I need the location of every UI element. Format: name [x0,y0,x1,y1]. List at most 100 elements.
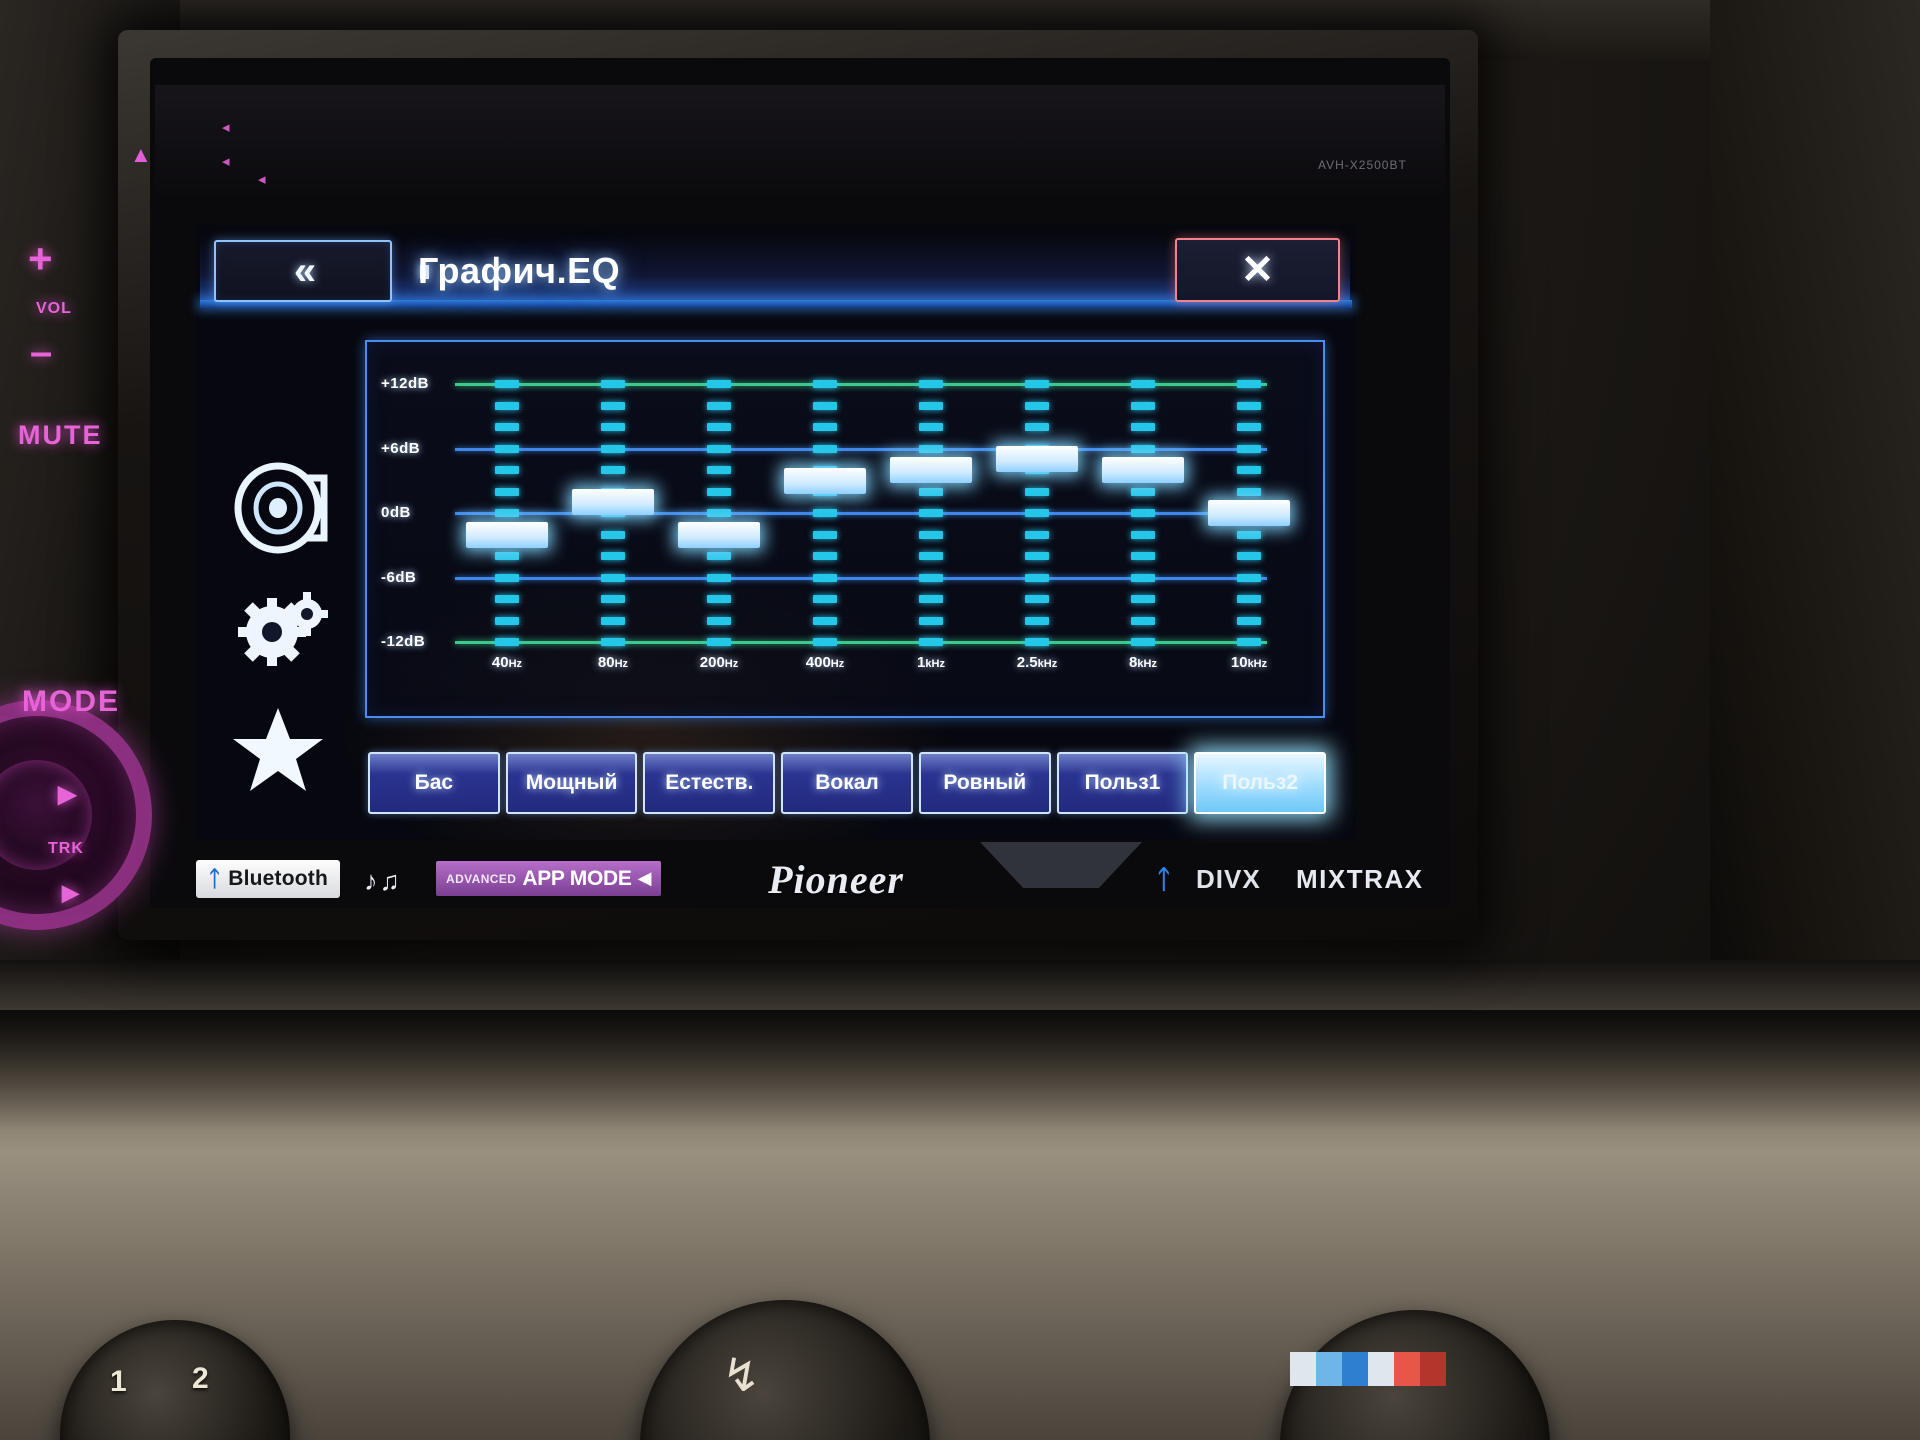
mode-button[interactable]: MODE [22,685,120,719]
eq-step-tick[interactable] [1025,616,1049,625]
eq-step-tick[interactable] [1237,423,1261,431]
eq-step-tick[interactable] [1025,638,1049,646]
disc-slot-icon-c[interactable]: ◂ [258,170,266,188]
eq-step-tick[interactable] [813,573,837,582]
eq-step-tick[interactable] [1025,380,1049,388]
eq-slider-knob-2.5[interactable] [996,446,1078,473]
eq-step-tick[interactable] [1237,444,1261,453]
eq-step-tick[interactable] [1025,509,1049,517]
eq-step-tick[interactable] [707,509,731,517]
eq-slider-knob-40[interactable] [466,521,548,548]
eq-step-tick[interactable] [601,638,625,646]
eq-step-tick[interactable] [813,616,837,625]
eq-step-tick[interactable] [1131,509,1155,517]
eq-slider-knob-400[interactable] [784,467,866,494]
eq-step-tick[interactable] [495,380,519,388]
eq-step-tick[interactable] [1131,423,1155,431]
eq-step-tick[interactable] [707,401,731,410]
eq-step-tick[interactable] [707,552,731,560]
eq-step-tick[interactable] [919,530,943,539]
preset-button-3[interactable]: Естеств. [643,752,776,814]
preset-button-5[interactable]: Ровный [918,752,1051,814]
eq-step-tick[interactable] [601,444,625,453]
eq-step-tick[interactable] [919,487,943,496]
eq-step-tick[interactable] [1025,552,1049,560]
eq-step-tick[interactable] [813,509,837,517]
eq-step-tick[interactable] [813,444,837,453]
preset-button-1[interactable]: Бас [368,752,500,814]
eq-step-tick[interactable] [1131,616,1155,625]
eq-step-tick[interactable] [601,595,625,603]
eq-step-tick[interactable] [495,595,519,603]
volume-up-button[interactable]: + [28,235,53,283]
eq-step-tick[interactable] [707,466,731,474]
eq-step-tick[interactable] [1131,380,1155,388]
eject-icon[interactable]: ▲ [130,142,152,168]
eq-step-tick[interactable] [1025,573,1049,582]
eq-step-tick[interactable] [707,573,731,582]
eq-slider-knob-80[interactable] [572,489,654,516]
eq-step-tick[interactable] [495,573,519,582]
eq-step-tick[interactable] [495,552,519,560]
eq-step-tick[interactable] [919,509,943,517]
eq-step-tick[interactable] [1237,487,1261,496]
eq-step-tick[interactable] [495,509,519,517]
eq-step-tick[interactable] [707,423,731,431]
eq-step-tick[interactable] [1237,401,1261,410]
eq-step-tick[interactable] [1237,380,1261,388]
eq-step-tick[interactable] [707,616,731,625]
eq-step-tick[interactable] [1025,595,1049,603]
eq-step-tick[interactable] [919,616,943,625]
close-button[interactable]: ✕ [1175,238,1340,302]
eq-step-tick[interactable] [813,530,837,539]
preset-button-2[interactable]: Мощный [505,752,638,814]
eq-step-tick[interactable] [601,380,625,388]
eq-step-tick[interactable] [919,423,943,431]
eq-step-tick[interactable] [707,595,731,603]
eq-step-tick[interactable] [1025,401,1049,410]
eq-step-tick[interactable] [813,552,837,560]
preset-button-7[interactable]: Польз2 [1194,752,1327,814]
eq-slider-knob-8[interactable] [1102,457,1184,483]
eq-step-tick[interactable] [601,530,625,539]
eq-step-tick[interactable] [919,573,943,582]
eq-step-tick[interactable] [1131,552,1155,560]
eq-step-tick[interactable] [495,401,519,410]
eq-step-tick[interactable] [707,638,731,646]
eq-step-tick[interactable] [601,616,625,625]
eq-step-tick[interactable] [601,573,625,582]
eq-step-tick[interactable] [1237,530,1261,539]
eq-step-tick[interactable] [601,401,625,410]
eq-slider-knob-10[interactable] [1208,500,1290,526]
eq-slider-knob-200[interactable] [678,521,760,548]
eq-step-tick[interactable] [813,401,837,410]
sidebar-item-favorites[interactable] [228,702,338,798]
eq-step-tick[interactable] [1131,530,1155,539]
eq-step-tick[interactable] [1025,487,1049,496]
eq-step-tick[interactable] [707,380,731,388]
eq-slider-knob-1[interactable] [890,457,972,483]
eq-step-tick[interactable] [813,423,837,431]
eq-step-tick[interactable] [813,638,837,646]
eq-step-tick[interactable] [1131,573,1155,582]
eq-step-tick[interactable] [495,638,519,646]
eq-step-tick[interactable] [495,444,519,453]
preset-button-4[interactable]: Вокал [781,752,913,814]
eq-step-tick[interactable] [495,487,519,496]
eq-step-tick[interactable] [601,466,625,474]
eq-step-tick[interactable] [919,552,943,560]
preset-button-row[interactable]: Бас Мощный Естеств. Вокал Ровный Польз1 Польз2 [368,752,1327,814]
disc-slot-icon-b[interactable]: ◂ [222,152,230,170]
sidebar-item-audio-settings[interactable] [228,462,338,558]
volume-down-button[interactable]: – [30,330,52,375]
eq-step-tick[interactable] [919,444,943,453]
eq-step-tick[interactable] [813,595,837,603]
equalizer-graph[interactable]: +12dB +6dB 0dB -6dB -12dB 40Hz 80Hz 200Hz 400Hz 1… [365,340,1325,718]
eq-step-tick[interactable] [919,401,943,410]
eq-step-tick[interactable] [601,423,625,431]
play-button[interactable]: ▶ [58,780,76,809]
eq-step-tick[interactable] [1025,530,1049,539]
eq-step-tick[interactable] [1237,552,1261,560]
eq-step-tick[interactable] [1237,573,1261,582]
eq-step-tick[interactable] [495,466,519,474]
